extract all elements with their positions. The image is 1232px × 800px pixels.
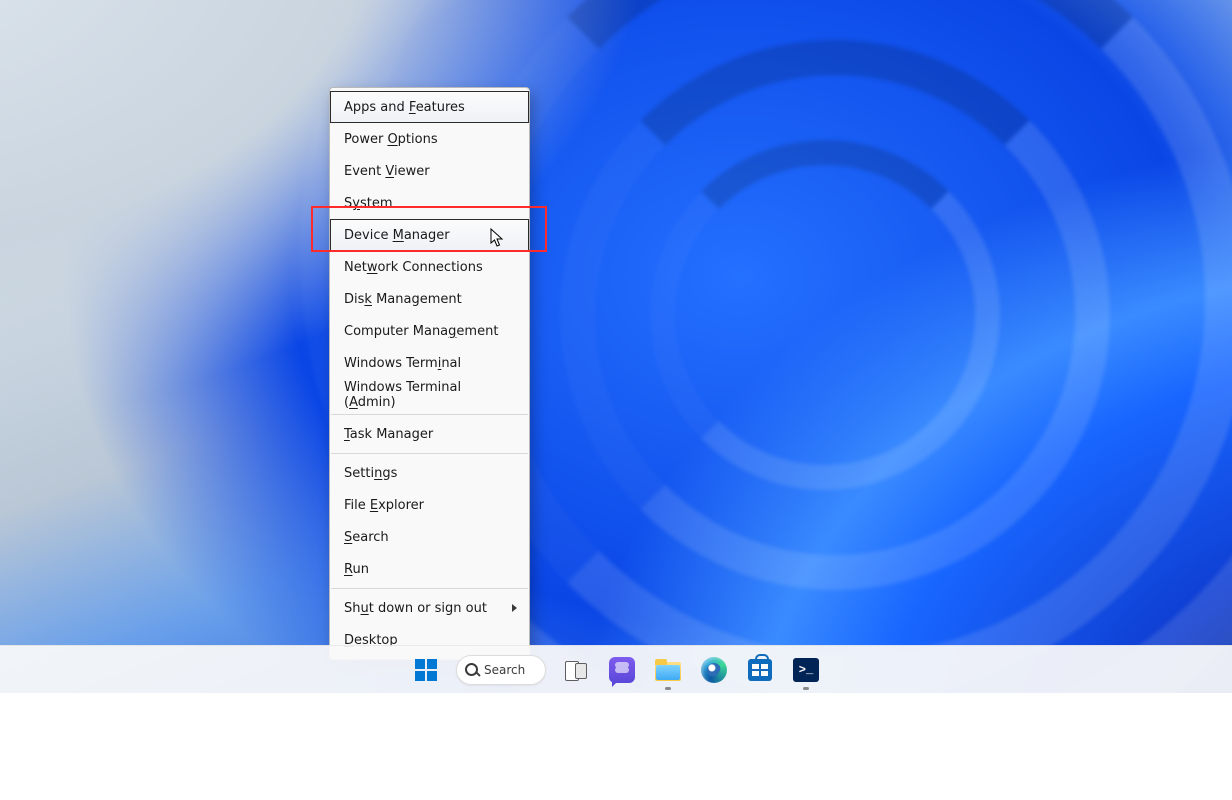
menu-item-label: Run [344, 562, 369, 577]
menu-item-label: Computer Management [344, 324, 498, 339]
search-icon [465, 663, 478, 676]
taskbar: Search >_ [0, 645, 1232, 693]
menu-item-label: Windows Terminal [344, 356, 461, 371]
taskbar-file-explorer-button[interactable] [648, 650, 688, 690]
running-indicator [803, 687, 809, 690]
menu-item-apps-and-features[interactable]: Apps and Features [330, 91, 529, 123]
menu-item-run[interactable]: Run [330, 553, 529, 585]
taskbar-search-button[interactable]: Search [452, 650, 550, 690]
menu-item-label: Network Connections [344, 260, 483, 275]
menu-item-label: System [344, 196, 393, 211]
menu-item-label: Windows Terminal (Admin) [344, 380, 515, 410]
menu-item-power-options[interactable]: Power Options [330, 123, 529, 155]
menu-separator [331, 588, 528, 589]
taskbar-start-button[interactable] [406, 650, 446, 690]
search-box[interactable]: Search [456, 655, 546, 685]
file-explorer-icon [655, 659, 681, 681]
menu-item-file-explorer[interactable]: File Explorer [330, 489, 529, 521]
menu-separator [331, 453, 528, 454]
menu-item-label: Device Manager [344, 228, 450, 243]
menu-item-label: Event Viewer [344, 164, 430, 179]
edge-icon [701, 657, 727, 683]
menu-separator [331, 414, 528, 415]
menu-item-windows-terminal[interactable]: Windows Terminal [330, 347, 529, 379]
menu-item-label: Shut down or sign out [344, 601, 487, 616]
menu-item-network-connections[interactable]: Network Connections [330, 251, 529, 283]
menu-item-system[interactable]: System [330, 187, 529, 219]
menu-item-label: Apps and Features [344, 100, 465, 115]
menu-item-shut-down-or-sign-out[interactable]: Shut down or sign out [330, 592, 529, 624]
menu-item-label: File Explorer [344, 498, 424, 513]
menu-item-device-manager[interactable]: Device Manager [330, 219, 529, 251]
desktop-wallpaper [0, 0, 1232, 693]
menu-item-label: Search [344, 530, 389, 545]
running-indicator [665, 687, 671, 690]
taskbar-powershell-button[interactable]: >_ [786, 650, 826, 690]
menu-item-task-manager[interactable]: Task Manager [330, 418, 529, 450]
winx-context-menu: Apps and Features Power Options Event View… [329, 87, 530, 660]
menu-item-disk-management[interactable]: Disk Management [330, 283, 529, 315]
microsoft-store-icon [748, 659, 772, 681]
windows-start-icon [415, 659, 437, 681]
menu-item-computer-management[interactable]: Computer Management [330, 315, 529, 347]
menu-item-label: Power Options [344, 132, 438, 147]
menu-item-search[interactable]: Search [330, 521, 529, 553]
menu-item-windows-terminal-admin[interactable]: Windows Terminal (Admin) [330, 379, 529, 411]
taskbar-microsoft-store-button[interactable] [740, 650, 780, 690]
powershell-icon: >_ [793, 658, 819, 682]
search-placeholder: Search [484, 663, 525, 677]
taskbar-task-view-button[interactable] [556, 650, 596, 690]
chat-icon [609, 657, 635, 683]
taskbar-edge-button[interactable] [694, 650, 734, 690]
menu-item-settings[interactable]: Settings [330, 457, 529, 489]
chevron-right-icon [512, 604, 517, 612]
taskbar-chat-button[interactable] [602, 650, 642, 690]
menu-item-label: Task Manager [344, 427, 433, 442]
menu-item-label: Disk Management [344, 292, 462, 307]
menu-item-label: Settings [344, 466, 397, 481]
task-view-icon [565, 661, 587, 679]
menu-item-event-viewer[interactable]: Event Viewer [330, 155, 529, 187]
